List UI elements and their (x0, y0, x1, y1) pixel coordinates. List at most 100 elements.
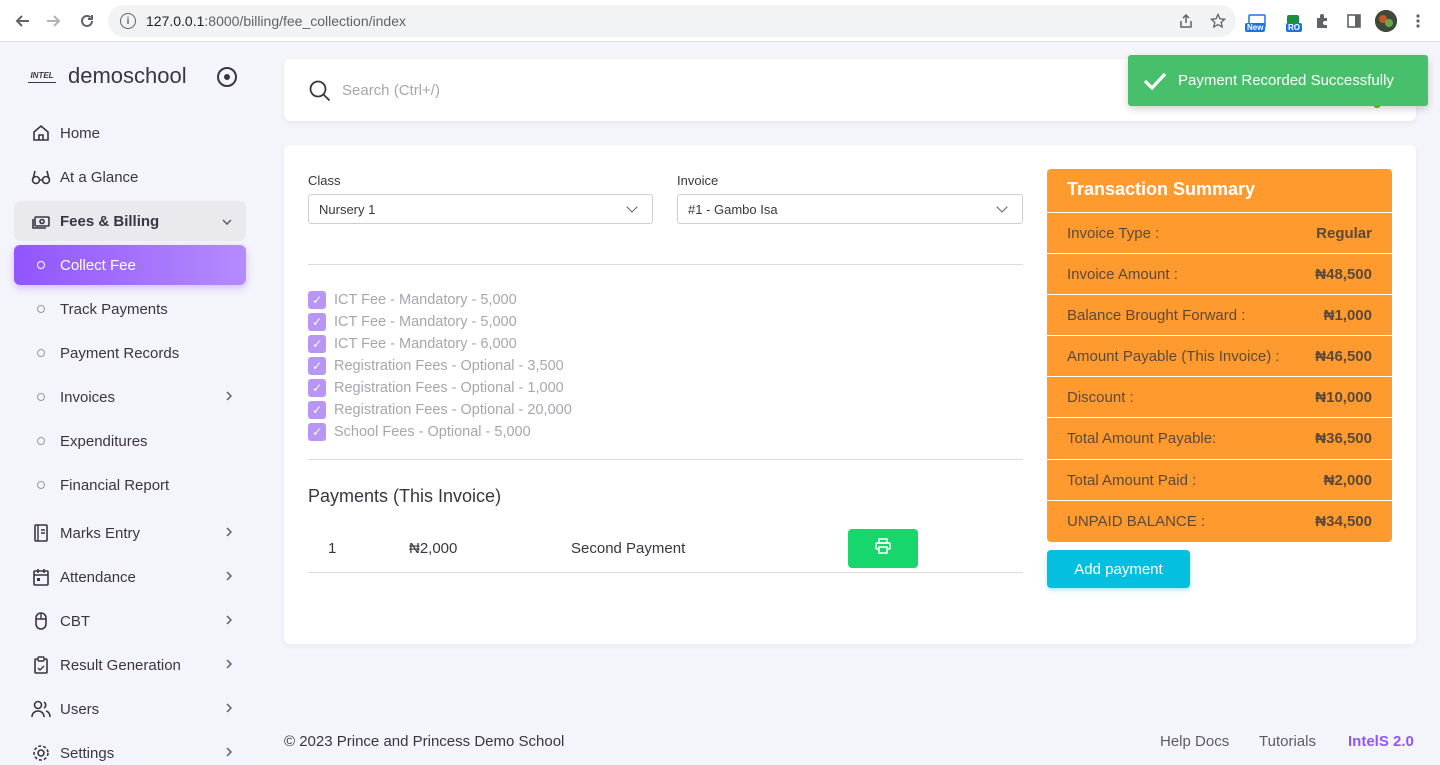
sidebar-item-home[interactable]: Home (14, 113, 246, 153)
summary-row: Invoice Amount : ₦48,500 (1047, 253, 1392, 294)
payment-description: Second Payment (571, 540, 686, 557)
extension-ro-icon[interactable]: RO (1283, 11, 1303, 32)
checkbox-checked-icon[interactable]: ✓ (308, 335, 326, 353)
transaction-summary: Transaction Summary Invoice Type : Regul… (1047, 169, 1392, 542)
checkmark-icon (1142, 68, 1168, 94)
divider (308, 459, 1023, 460)
summary-title: Transaction Summary (1067, 179, 1256, 199)
checkbox-checked-icon[interactable]: ✓ (308, 379, 326, 397)
class-label: Class (308, 173, 341, 188)
circle-icon (37, 349, 45, 357)
chevron-right-icon (226, 570, 233, 584)
side-panel-icon[interactable] (1344, 11, 1364, 31)
fee-item[interactable]: ✓ Registration Fees - Optional - 1,000 (308, 379, 564, 397)
checkbox-checked-icon[interactable]: ✓ (308, 357, 326, 375)
success-toast[interactable]: Payment Recorded Successfully (1128, 55, 1428, 106)
extension-new-icon[interactable]: New (1245, 11, 1267, 32)
chevron-down-icon (626, 201, 638, 213)
brand-name: demoschool (68, 63, 187, 88)
sidebar-item-fees-billing[interactable]: Fees & Billing (14, 201, 246, 241)
clipboard-icon (31, 655, 51, 675)
fee-item[interactable]: ✓ Registration Fees - Optional - 20,000 (308, 401, 572, 419)
chevron-right-icon (226, 614, 233, 628)
sidebar-item-invoices[interactable]: Invoices (14, 377, 246, 417)
search-input[interactable] (342, 79, 742, 101)
bookmark-star-icon[interactable] (1210, 13, 1226, 29)
profile-avatar[interactable] (1375, 10, 1397, 32)
divider (308, 572, 1023, 573)
circle-icon (37, 305, 45, 313)
class-select[interactable]: Nursery 1 (308, 194, 653, 224)
printer-icon (875, 538, 891, 559)
circle-icon (37, 393, 45, 401)
payment-index: 1 (328, 540, 337, 557)
browser-toolbar: i 127.0.0.1:8000/billing/fee_collection/… (0, 0, 1440, 42)
reload-icon[interactable] (76, 10, 98, 32)
circle-icon (37, 261, 45, 269)
fee-item[interactable]: ✓ Registration Fees - Optional - 3,500 (308, 357, 564, 375)
site-info-icon[interactable]: i (120, 13, 136, 29)
fee-item[interactable]: ✓ ICT Fee - Mandatory - 5,000 (308, 313, 517, 331)
url-text: 127.0.0.1:8000/billing/fee_collection/in… (146, 13, 406, 29)
help-docs-link[interactable]: Help Docs (1160, 733, 1229, 750)
browser-menu-icon[interactable] (1408, 11, 1428, 31)
sidebar-item-track-payments[interactable]: Track Payments (14, 289, 246, 329)
forward-arrow-icon[interactable] (43, 10, 65, 32)
sidebar-item-marks-entry[interactable]: Marks Entry (14, 513, 246, 553)
checkbox-checked-icon[interactable]: ✓ (308, 291, 326, 309)
summary-row: Total Amount Paid : ₦2,000 (1047, 459, 1392, 500)
sidebar-item-collect-fee[interactable]: Collect Fee (14, 245, 246, 285)
summary-row: Balance Brought Forward : ₦1,000 (1047, 294, 1392, 335)
brand-logo: INTEL (28, 69, 56, 83)
sidebar-item-at-a-glance[interactable]: At a Glance (14, 157, 246, 197)
checkbox-checked-icon[interactable]: ✓ (308, 401, 326, 419)
sidebar-item-expenditures[interactable]: Expenditures (14, 421, 246, 461)
sidebar-item-cbt[interactable]: CBT (14, 601, 246, 641)
footer-copyright: © 2023 Prince and Princess Demo School (284, 733, 565, 750)
cash-icon (31, 211, 51, 231)
summary-row: Amount Payable (This Invoice) : ₦46,500 (1047, 335, 1392, 376)
share-icon[interactable] (1178, 13, 1194, 29)
summary-row: Total Amount Payable: ₦36,500 (1047, 417, 1392, 458)
address-bar[interactable]: i 127.0.0.1:8000/billing/fee_collection/… (108, 5, 1236, 37)
chevron-right-icon (226, 658, 233, 672)
fee-item[interactable]: ✓ School Fees - Optional - 5,000 (308, 423, 531, 441)
circle-icon (37, 481, 45, 489)
sidebar-item-attendance[interactable]: Attendance (14, 557, 246, 597)
back-arrow-icon[interactable] (11, 10, 33, 32)
checkbox-checked-icon[interactable]: ✓ (308, 313, 326, 331)
tutorials-link[interactable]: Tutorials (1259, 733, 1316, 750)
circle-icon (37, 437, 45, 445)
sidebar-item-payment-records[interactable]: Payment Records (14, 333, 246, 373)
fee-item[interactable]: ✓ ICT Fee - Mandatory - 6,000 (308, 335, 517, 353)
chevron-down-icon (222, 214, 232, 228)
sidebar-toggle-icon[interactable] (217, 67, 237, 87)
invoice-label: Invoice (677, 173, 719, 188)
add-payment-button[interactable]: Add payment (1047, 550, 1190, 588)
sidebar-item-financial-report[interactable]: Financial Report (14, 465, 246, 505)
toast-message: Payment Recorded Successfully (1178, 72, 1394, 89)
summary-row: Discount : ₦10,000 (1047, 376, 1392, 417)
fee-item[interactable]: ✓ ICT Fee - Mandatory - 5,000 (308, 291, 517, 309)
users-icon (31, 699, 51, 719)
extensions-puzzle-icon[interactable] (1312, 11, 1332, 31)
chevron-right-icon (226, 390, 233, 404)
mouse-icon (31, 611, 51, 631)
checkbox-checked-icon[interactable]: ✓ (308, 423, 326, 441)
divider (308, 264, 1023, 265)
search-icon[interactable] (308, 79, 332, 103)
summary-row-unpaid: UNPAID BALANCE : ₦34,500 (1047, 500, 1392, 541)
brand[interactable]: INTEL demoschool (28, 63, 187, 89)
payment-amount: ₦2,000 (409, 540, 458, 557)
payments-title: Payments (This Invoice) (308, 486, 502, 506)
sidebar-item-settings[interactable]: Settings (14, 733, 246, 765)
sidebar-item-users[interactable]: Users (14, 689, 246, 729)
calendar-icon (31, 567, 51, 587)
sidebar-item-result-generation[interactable]: Result Generation (14, 645, 246, 685)
chevron-right-icon (226, 526, 233, 540)
chevron-right-icon (226, 746, 233, 760)
print-receipt-button[interactable] (848, 529, 918, 568)
invoice-select[interactable]: #1 - Gambo Isa (677, 194, 1023, 224)
chevron-down-icon (996, 201, 1008, 213)
home-icon (31, 123, 51, 143)
